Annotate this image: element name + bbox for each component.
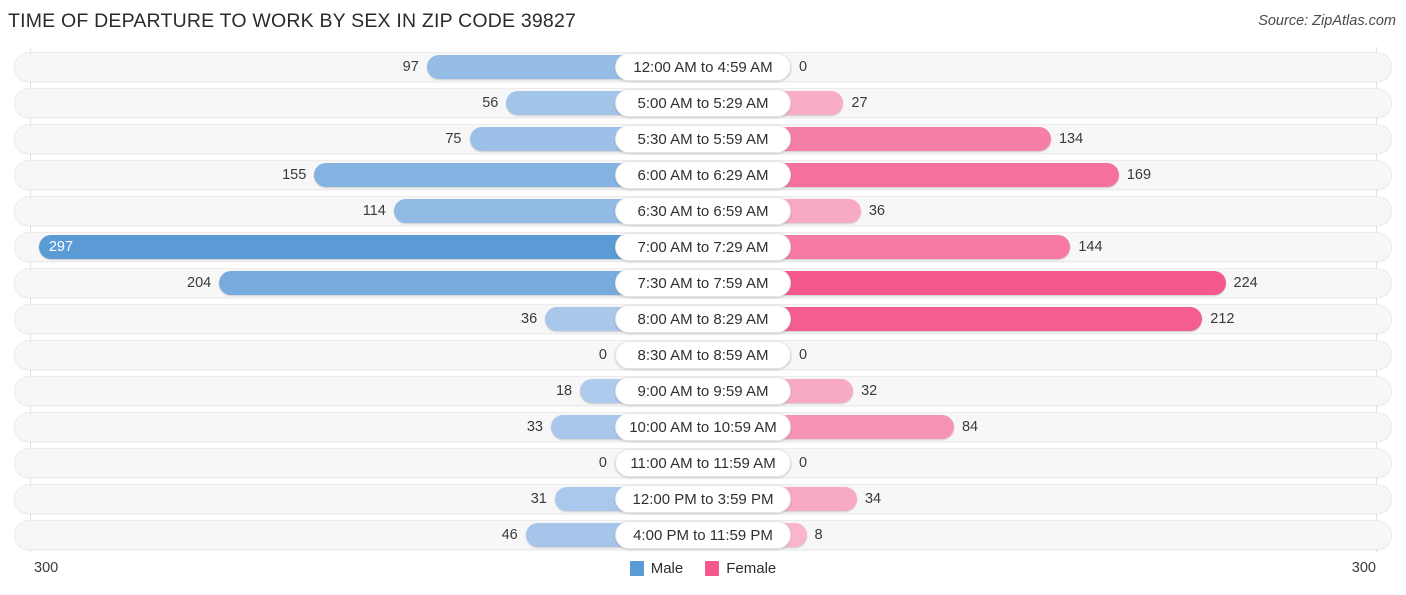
category-label-pill: 8:30 AM to 8:59 AM bbox=[615, 341, 791, 369]
chart-legend: Male Female bbox=[0, 560, 1406, 577]
legend-item-female[interactable]: Female bbox=[705, 560, 776, 577]
bar-value-female: 134 bbox=[1058, 131, 1084, 147]
bar-value-female: 144 bbox=[1078, 239, 1103, 255]
bar-value-female: 0 bbox=[799, 455, 808, 471]
bar-value-male: 114 bbox=[362, 203, 386, 219]
bar-value-female: 0 bbox=[799, 347, 808, 363]
category-label-pill: 4:00 PM to 11:59 PM bbox=[615, 521, 791, 549]
bar-row: 56 27 5:00 AM to 5:29 AM bbox=[0, 88, 1406, 118]
bar-value-male: 36 bbox=[521, 311, 538, 327]
bar-value-female: 212 bbox=[1210, 311, 1235, 327]
source-attribution: Source: ZipAtlas.com bbox=[1258, 13, 1396, 29]
bar-value-male: 204 bbox=[187, 275, 212, 291]
page-title: TIME OF DEPARTURE TO WORK BY SEX IN ZIP … bbox=[8, 10, 577, 32]
category-label-pill: 11:00 AM to 11:59 AM bbox=[615, 449, 791, 477]
bar-row: 33 84 10:00 AM to 10:59 AM bbox=[0, 412, 1406, 442]
bar-value-female: 0 bbox=[799, 59, 808, 75]
category-label-pill: 10:00 AM to 10:59 AM bbox=[615, 413, 791, 441]
bar-value-male: 18 bbox=[555, 383, 573, 399]
bar-value-female: 8 bbox=[814, 527, 823, 543]
bar-male[interactable] bbox=[38, 235, 703, 259]
bar-value-male: 33 bbox=[526, 419, 543, 435]
category-label-pill: 6:00 AM to 6:29 AM bbox=[615, 161, 791, 189]
bar-value-male: 297 bbox=[48, 239, 74, 255]
bar-row: 155 169 6:00 AM to 6:29 AM bbox=[0, 160, 1406, 190]
legend-swatch-icon bbox=[629, 561, 644, 576]
bar-value-male: 155 bbox=[282, 167, 307, 183]
bar-row: 75 134 5:30 AM to 5:59 AM bbox=[0, 124, 1406, 154]
bar-value-male: 46 bbox=[501, 527, 518, 543]
bar-value-female: 27 bbox=[851, 95, 868, 111]
category-label-pill: 6:30 AM to 6:59 AM bbox=[615, 197, 791, 225]
chart-plot-area: 97 0 12:00 AM to 4:59 AM 56 27 5:00 AM to 5:2… bbox=[0, 47, 1406, 552]
category-label-pill: 12:00 PM to 3:59 PM bbox=[615, 485, 791, 513]
bar-row: 297 144 7:00 AM to 7:29 AM bbox=[0, 232, 1406, 262]
bar-value-female: 32 bbox=[861, 383, 878, 399]
bar-row: 18 32 9:00 AM to 9:59 AM bbox=[0, 376, 1406, 406]
chart-footer: 300 300 Male Female bbox=[0, 556, 1406, 595]
bar-value-male: 56 bbox=[482, 95, 499, 111]
category-label-pill: 8:00 AM to 8:29 AM bbox=[615, 305, 791, 333]
bar-value-female: 169 bbox=[1126, 167, 1152, 183]
bar-row: 46 8 4:00 PM to 11:59 PM bbox=[0, 520, 1406, 550]
legend-swatch-icon bbox=[705, 561, 720, 576]
bar-row: 0 0 11:00 AM to 11:59 AM bbox=[0, 448, 1406, 478]
bar-value-female: 36 bbox=[868, 203, 885, 219]
chart-header: TIME OF DEPARTURE TO WORK BY SEX IN ZIP … bbox=[0, 0, 1406, 44]
bar-row: 31 34 12:00 PM to 3:59 PM bbox=[0, 484, 1406, 514]
category-label-pill: 7:00 AM to 7:29 AM bbox=[615, 233, 791, 261]
bar-value-male: 31 bbox=[530, 491, 547, 507]
bar-value-male: 97 bbox=[402, 59, 419, 75]
bar-value-female: 84 bbox=[961, 419, 979, 435]
category-label-pill: 5:00 AM to 5:29 AM bbox=[615, 89, 791, 117]
bar-value-female: 34 bbox=[864, 491, 882, 507]
bar-value-male: 0 bbox=[598, 455, 607, 471]
bar-row: 97 0 12:00 AM to 4:59 AM bbox=[0, 52, 1406, 82]
category-label-pill: 12:00 AM to 4:59 AM bbox=[615, 53, 791, 81]
bar-row: 114 36 6:30 AM to 6:59 AM bbox=[0, 196, 1406, 226]
bar-value-male: 75 bbox=[445, 131, 462, 147]
category-label-pill: 5:30 AM to 5:59 AM bbox=[615, 125, 791, 153]
bar-value-female: 224 bbox=[1233, 275, 1258, 291]
category-label-pill: 9:00 AM to 9:59 AM bbox=[615, 377, 791, 405]
legend-label: Male bbox=[650, 560, 684, 577]
bar-value-male: 0 bbox=[598, 347, 607, 363]
bar-row: 36 212 8:00 AM to 8:29 AM bbox=[0, 304, 1406, 334]
bar-row: 204 224 7:30 AM to 7:59 AM bbox=[0, 268, 1406, 298]
legend-item-male[interactable]: Male bbox=[629, 560, 684, 577]
legend-label: Female bbox=[726, 560, 777, 577]
chart-root: TIME OF DEPARTURE TO WORK BY SEX IN ZIP … bbox=[0, 0, 1406, 595]
bar-row: 0 0 8:30 AM to 8:59 AM bbox=[0, 340, 1406, 370]
category-label-pill: 7:30 AM to 7:59 AM bbox=[615, 269, 791, 297]
